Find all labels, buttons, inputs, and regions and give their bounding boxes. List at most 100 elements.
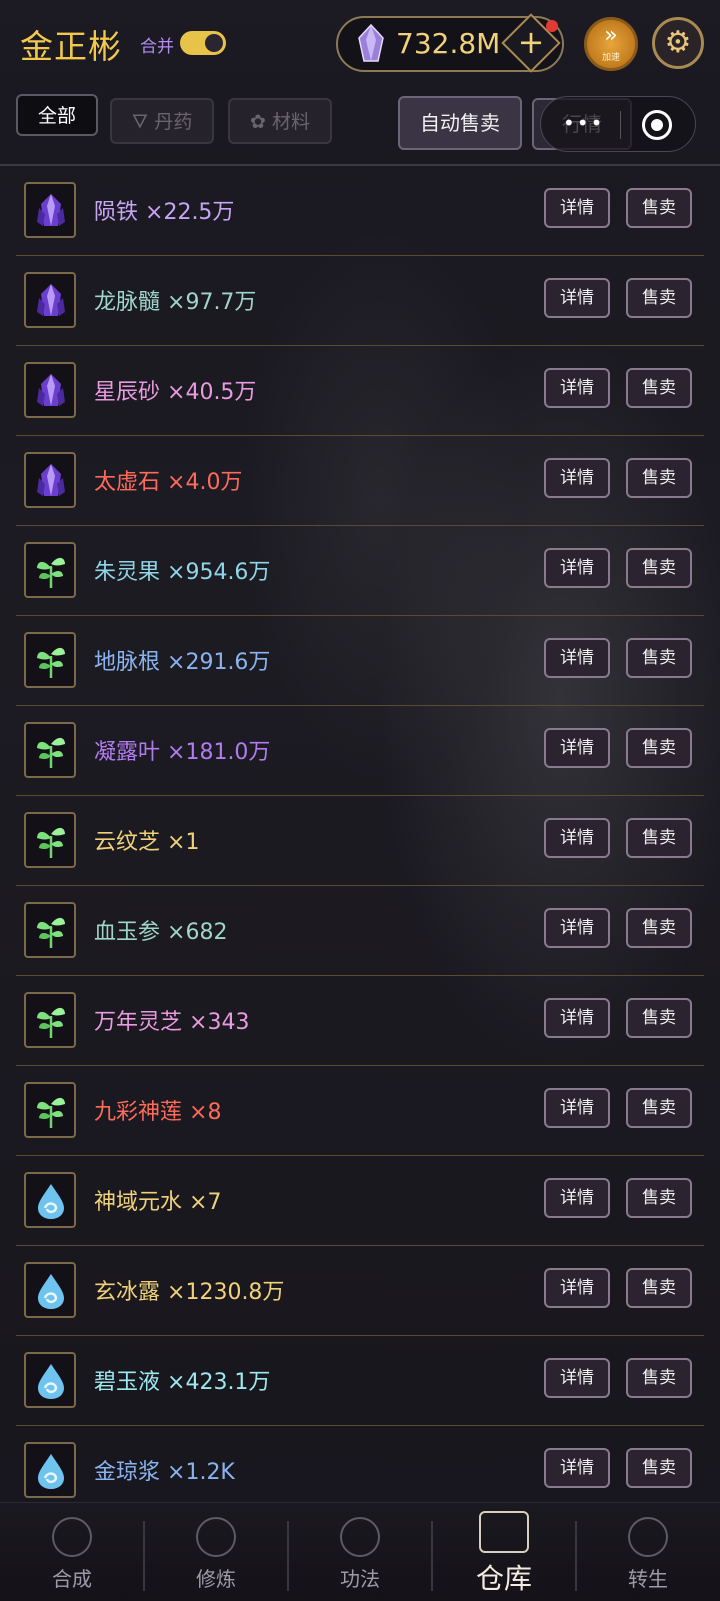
sell-button[interactable]: 售卖: [626, 188, 692, 228]
toggle-knob: [205, 34, 223, 52]
item-title: 云纹芝: [94, 830, 161, 855]
item-icon-frame[interactable]: [24, 1262, 76, 1318]
item-quantity: ×682: [167, 920, 228, 945]
nav-item-4[interactable]: 转生: [576, 1503, 720, 1601]
item-title: 陨铁: [94, 200, 139, 225]
list-item: 神域元水 ×7 详情 售卖: [16, 1156, 704, 1246]
swirl-icon: [52, 1517, 92, 1557]
item-icon-frame[interactable]: [24, 542, 76, 598]
item-icon-frame[interactable]: [24, 992, 76, 1048]
merge-toggle[interactable]: [180, 31, 226, 55]
sell-button[interactable]: 售卖: [626, 1268, 692, 1308]
sell-button[interactable]: 售卖: [626, 458, 692, 498]
meditation-icon: [196, 1517, 236, 1557]
currency-amount: 732.8M: [396, 27, 501, 60]
item-name: 神域元水 ×7: [94, 1184, 221, 1216]
detail-button[interactable]: 详情: [544, 1448, 610, 1488]
sell-button[interactable]: 售卖: [626, 368, 692, 408]
item-quantity: ×40.5万: [167, 380, 257, 405]
close-target-icon[interactable]: [642, 110, 672, 140]
item-quantity: ×97.7万: [167, 290, 257, 315]
detail-button[interactable]: 详情: [544, 818, 610, 858]
sell-button[interactable]: 售卖: [626, 908, 692, 948]
detail-button[interactable]: 详情: [544, 1268, 610, 1308]
detail-button[interactable]: 详情: [544, 908, 610, 948]
leaf-icon: [37, 647, 65, 678]
crystal-icon: [37, 374, 65, 406]
item-icon-frame[interactable]: [24, 722, 76, 778]
sell-button[interactable]: 售卖: [626, 728, 692, 768]
item-icon-frame[interactable]: [24, 1082, 76, 1138]
list-item: 九彩神莲 ×8 详情 售卖: [16, 1066, 704, 1156]
tab-pills[interactable]: 🜄 丹药: [110, 98, 214, 144]
tab-pills-label: 丹药: [154, 111, 193, 133]
item-icon-frame[interactable]: [24, 632, 76, 688]
crystal-icon: [37, 464, 65, 496]
nav-item-3[interactable]: 仓库: [432, 1503, 576, 1601]
more-icon[interactable]: •••: [563, 111, 604, 135]
item-icon-frame[interactable]: [24, 272, 76, 328]
nav-label: 仓库: [475, 1562, 532, 1595]
list-item: 碧玉液 ×423.1万 详情 售卖: [16, 1336, 704, 1426]
detail-button[interactable]: 详情: [544, 548, 610, 588]
filter-bar: 全部 🜄 丹药 ✿ 材料 自动售卖 行情 •••: [0, 92, 720, 164]
auto-sell-button[interactable]: 自动售卖: [398, 96, 522, 150]
crystal-icon: [37, 284, 65, 316]
detail-button[interactable]: 详情: [544, 638, 610, 678]
tab-materials[interactable]: ✿ 材料: [228, 98, 332, 144]
tab-materials-label: 材料: [271, 111, 310, 133]
gear-icon: ⚙: [664, 25, 692, 60]
nav-item-1[interactable]: 修炼: [144, 1503, 288, 1601]
item-icon-frame[interactable]: [24, 452, 76, 508]
item-quantity: ×4.0万: [167, 470, 243, 495]
detail-button[interactable]: 详情: [544, 1358, 610, 1398]
detail-button[interactable]: 详情: [544, 1178, 610, 1218]
detail-button[interactable]: 详情: [544, 1088, 610, 1128]
sell-button[interactable]: 售卖: [626, 638, 692, 678]
spiral-icon: [628, 1517, 668, 1557]
item-icon-frame[interactable]: [24, 1442, 76, 1498]
detail-button[interactable]: 详情: [544, 278, 610, 318]
settings-button[interactable]: ⚙: [652, 17, 704, 69]
sell-button[interactable]: 售卖: [626, 1178, 692, 1218]
herb-icon: ✿: [250, 111, 272, 133]
detail-button[interactable]: 详情: [544, 728, 610, 768]
list-item: 陨铁 ×22.5万 详情 售卖: [16, 166, 704, 256]
water-drop-icon: [38, 1364, 64, 1399]
detail-button[interactable]: 详情: [544, 188, 610, 228]
item-icon-frame[interactable]: [24, 1352, 76, 1408]
item-quantity: ×291.6万: [167, 650, 271, 675]
sell-button[interactable]: 售卖: [626, 818, 692, 858]
item-title: 碧玉液: [94, 1370, 161, 1395]
nav-label: 修炼: [196, 1567, 236, 1591]
nav-separator: [575, 1521, 577, 1591]
item-title: 玄冰露: [94, 1280, 161, 1305]
tab-all[interactable]: 全部: [16, 94, 98, 136]
item-quantity: ×8: [189, 1100, 222, 1125]
item-icon-frame[interactable]: [24, 362, 76, 418]
item-icon-frame[interactable]: [24, 182, 76, 238]
item-title: 九彩神莲: [94, 1100, 183, 1125]
sell-button[interactable]: 售卖: [626, 1088, 692, 1128]
item-quantity: ×1.2K: [167, 1460, 235, 1485]
detail-button[interactable]: 详情: [544, 368, 610, 408]
nav-label: 转生: [628, 1567, 668, 1591]
sell-button[interactable]: 售卖: [626, 1448, 692, 1488]
nav-item-2[interactable]: 功法: [288, 1503, 432, 1601]
detail-button[interactable]: 详情: [544, 458, 610, 498]
item-icon-frame[interactable]: [24, 1172, 76, 1228]
sell-button[interactable]: 售卖: [626, 1358, 692, 1398]
crystal-icon: [37, 194, 65, 226]
sell-button[interactable]: 售卖: [626, 278, 692, 318]
sell-button[interactable]: 售卖: [626, 548, 692, 588]
speed-up-button[interactable]: » 加速: [584, 17, 638, 71]
nav-item-0[interactable]: 合成: [0, 1503, 144, 1601]
sell-button[interactable]: 售卖: [626, 998, 692, 1038]
item-name: 玄冰露 ×1230.8万: [94, 1274, 284, 1306]
water-drop-icon: [38, 1184, 64, 1219]
item-title: 金琼浆: [94, 1460, 161, 1485]
item-name: 碧玉液 ×423.1万: [94, 1364, 270, 1396]
item-icon-frame[interactable]: [24, 902, 76, 958]
item-icon-frame[interactable]: [24, 812, 76, 868]
detail-button[interactable]: 详情: [544, 998, 610, 1038]
